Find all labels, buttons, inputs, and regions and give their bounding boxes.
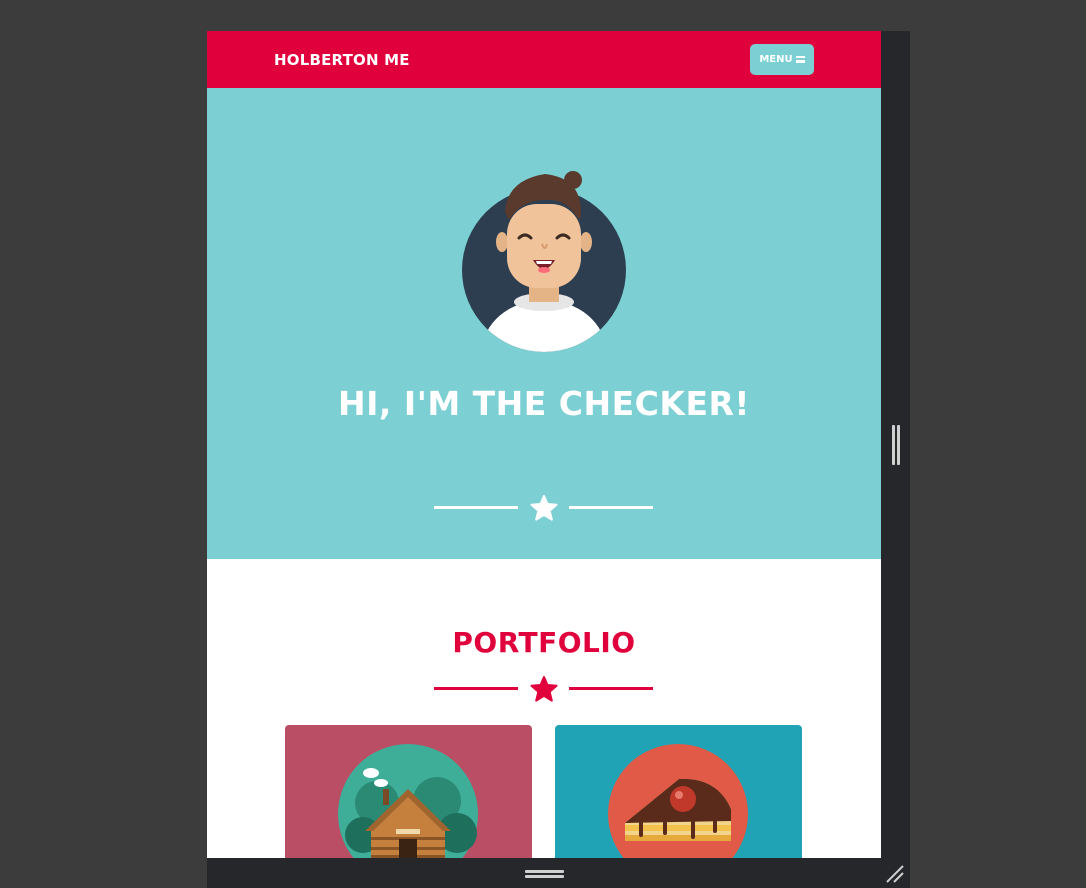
star-icon — [530, 676, 558, 702]
portfolio-divider — [207, 676, 881, 702]
page-viewport: HOLBERTON ME MENU HI, I'M THE CHECKER! P… — [207, 31, 881, 858]
hamburger-icon — [795, 56, 805, 63]
divider-line-left — [434, 506, 518, 509]
avatar-illustration — [462, 171, 626, 352]
divider-line-right — [569, 687, 653, 690]
navbar: HOLBERTON ME MENU — [207, 31, 881, 88]
cabin-icon — [338, 744, 478, 858]
hero-title: HI, I'M THE CHECKER! — [338, 384, 750, 423]
hero-divider — [207, 495, 881, 521]
brand-link[interactable]: HOLBERTON ME — [274, 51, 410, 69]
vertical-resize-handle[interactable] — [891, 425, 901, 465]
divider-line-left — [434, 687, 518, 690]
portfolio-item-cabin[interactable] — [285, 725, 532, 858]
star-icon — [530, 495, 558, 521]
divider-line-right — [569, 506, 653, 509]
portfolio-item-cake[interactable] — [555, 725, 802, 858]
corner-resize-icon[interactable] — [885, 864, 905, 884]
cake-icon — [608, 744, 748, 858]
menu-button[interactable]: MENU — [750, 44, 814, 75]
hero-section: HI, I'M THE CHECKER! — [207, 88, 881, 559]
portfolio-title: PORTFOLIO — [452, 626, 636, 659]
portfolio-section: PORTFOLIO — [207, 559, 881, 858]
bottom-resize-handle[interactable] — [525, 868, 565, 880]
menu-button-label: MENU — [759, 54, 793, 65]
